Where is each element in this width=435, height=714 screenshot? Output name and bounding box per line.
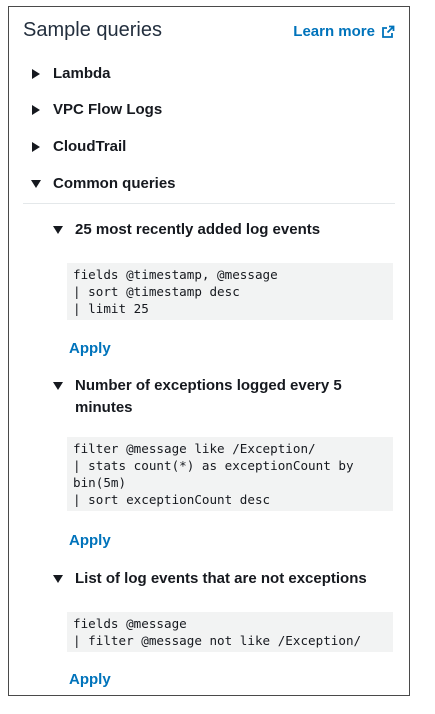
section-label: Lambda [53,65,111,82]
query-code: fields @message | filter @message not li… [67,612,393,652]
apply-button[interactable]: Apply [69,671,111,688]
apply-button[interactable]: Apply [69,340,111,357]
section-cloudtrail[interactable]: CloudTrail [31,138,126,155]
query-code: fields @timestamp, @message | sort @time… [67,263,393,320]
sample-queries-panel: Sample queries Learn more Lambda VPC Flo… [8,6,410,696]
divider [23,203,395,204]
section-label: CloudTrail [53,138,127,155]
section-label: VPC Flow Logs [53,101,163,118]
panel-header: Sample queries Learn more [23,19,395,49]
section-lambda[interactable]: Lambda [31,65,111,82]
query-title: 25 most recently added log events [75,221,321,238]
learn-more-link[interactable]: Learn more [293,23,395,40]
caret-right-icon [32,104,40,115]
caret-right-icon [32,141,40,152]
panel-title: Sample queries [23,19,162,41]
caret-down-icon [53,226,63,234]
apply-button[interactable]: Apply [69,532,111,549]
caret-down-icon [53,575,63,583]
section-label: Common queries [53,175,176,192]
query-toggle[interactable]: List of log events that are not exceptio… [53,568,393,590]
caret-down-icon [31,179,41,188]
query-toggle[interactable]: 25 most recently added log events [53,219,393,241]
query-code: filter @message like /Exception/ | stats… [67,437,393,511]
query-toggle[interactable]: Number of exceptions logged every 5 minu… [53,375,393,419]
query-title: Number of exceptions logged every 5 minu… [75,377,342,416]
caret-right-icon [32,68,40,79]
caret-down-icon [53,382,63,390]
section-vpc-flow-logs[interactable]: VPC Flow Logs [31,101,162,118]
section-common-queries[interactable]: Common queries [31,175,176,192]
external-link-icon [382,25,395,38]
learn-more-label: Learn more [293,23,375,40]
query-title: List of log events that are not exceptio… [75,570,367,587]
